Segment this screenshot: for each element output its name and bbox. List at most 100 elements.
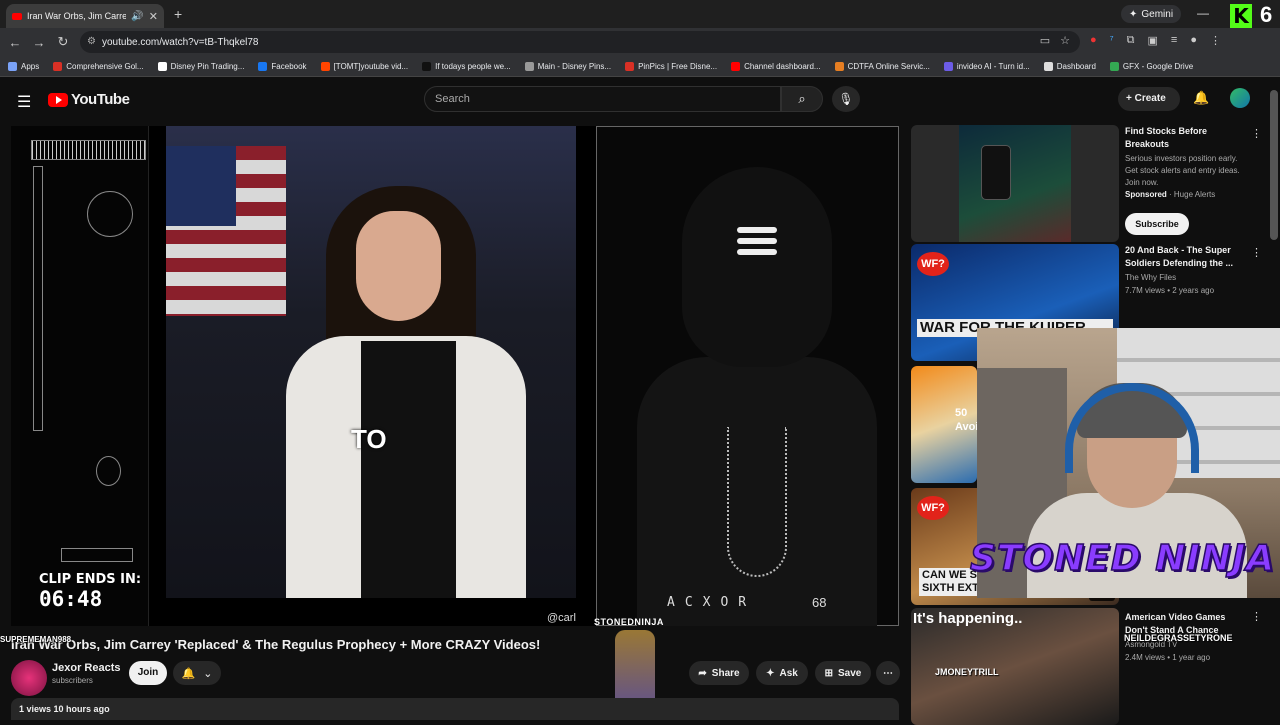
search-button[interactable]: ⌕ <box>781 86 823 112</box>
bookmark-item[interactable]: PinPics | Free Disne... <box>625 61 718 71</box>
channel-name[interactable]: Jexor Reacts <box>52 662 121 674</box>
mic-icon: 🎙 <box>838 92 854 106</box>
bookmark-favicon-icon <box>625 61 635 71</box>
thumb-text-4: It's happening.. <box>913 610 1023 627</box>
voice-search-button[interactable]: 🎙 <box>832 86 860 112</box>
extension-red-icon[interactable]: ● <box>1090 34 1097 47</box>
bookmark-star-icon[interactable]: ☆ <box>1060 34 1070 47</box>
bookmark-label: If todays people we... <box>435 61 511 71</box>
hud-panel: CLIP ENDS IN: 06:48 <box>11 126 149 626</box>
save-button[interactable]: ⊞ Save <box>815 661 871 685</box>
ad-thumbnail[interactable] <box>911 125 1119 242</box>
tab-strip: Iran War Orbs, Jim Carrey 'Replaced' & T… <box>0 0 1280 28</box>
extension-blue-icon[interactable]: ⁷ <box>1110 34 1114 47</box>
us-flag <box>166 146 286 316</box>
forward-icon[interactable]: → <box>27 35 51 50</box>
gemini-button[interactable]: ✦ Gemini <box>1121 5 1182 23</box>
masked-figure <box>682 167 832 367</box>
chrome-menu-icon[interactable]: ⋮ <box>1210 34 1221 47</box>
bookmark-label: GFX - Google Drive <box>1122 61 1194 71</box>
sidebar-ad[interactable]: Find Stocks Before Breakouts Serious inv… <box>911 125 1266 242</box>
new-tab-icon[interactable]: + <box>174 6 182 22</box>
site-info-icon[interactable]: ⚙ <box>87 36 96 47</box>
ad-title[interactable]: Find Stocks Before Breakouts <box>1125 125 1245 151</box>
bookmark-item[interactable]: Dashboard <box>1043 61 1096 71</box>
cam-name-2: NEILDEGRASSETYRONE <box>1124 633 1233 643</box>
bookmark-label: PinPics | Free Disne... <box>638 61 718 71</box>
bookmark-item[interactable]: GFX - Google Drive <box>1109 61 1194 71</box>
thumbnail-2[interactable]: 50 Avoi <box>911 366 977 483</box>
back-icon[interactable]: ← <box>3 35 27 50</box>
youtube-wordmark: YouTube <box>71 91 130 108</box>
rec-channel-1[interactable]: The Why Files <box>1125 272 1250 284</box>
share-button[interactable]: ➦ Share <box>689 661 749 685</box>
video-player[interactable]: CLIP ENDS IN: 06:48 TO ACXOR 68 @carl <box>11 126 899 626</box>
user-avatar[interactable] <box>1230 88 1250 108</box>
bookmark-label: Disney Pin Trading... <box>170 61 245 71</box>
more-options-icon[interactable]: ⋮ <box>1251 127 1262 140</box>
youtube-logo[interactable]: YouTube <box>48 91 130 108</box>
youtube-header: ☰ YouTube Search ⌕ 🎙 + Create 🔔 <box>0 78 1270 122</box>
ask-button[interactable]: ✦ Ask <box>756 661 808 685</box>
bookmark-item[interactable]: Channel dashboard... <box>731 61 821 71</box>
bookmark-item[interactable]: If todays people we... <box>422 61 511 71</box>
bookmark-item[interactable]: [TOMT]youtube vid... <box>320 61 409 71</box>
clip-ends-label: CLIP ENDS IN: <box>39 572 142 587</box>
channel-avatar[interactable] <box>11 660 47 696</box>
bookmark-favicon-icon <box>731 61 741 71</box>
menu-icon[interactable]: ☰ <box>17 92 31 112</box>
join-button[interactable]: Join <box>129 661 167 685</box>
hud-faces <box>61 548 133 562</box>
bookmark-favicon-icon <box>1043 61 1053 71</box>
bookmark-item[interactable]: CDTFA Online Servic... <box>834 61 930 71</box>
gemini-label: Gemini <box>1141 8 1174 20</box>
browser-tab-active[interactable]: Iran War Orbs, Jim Carrey 'Replaced' & T… <box>6 4 164 28</box>
extensions-area: ● ⁷ ⧉ ▣ ≡ ● ⋮ <box>1090 34 1221 47</box>
hud-dial <box>87 191 133 237</box>
audio-playing-icon[interactable]: 🔊 <box>131 11 143 22</box>
profile-icon[interactable]: ● <box>1190 34 1197 47</box>
omnibox[interactable]: ⚙ youtube.com/watch?v=tB-Thqkel78 ▭ ☆ <box>80 31 1080 53</box>
video-watermark: @carl <box>547 612 576 624</box>
more-options-icon[interactable]: ⋮ <box>1251 610 1262 623</box>
create-label: Create <box>1134 93 1166 104</box>
view-count: 1 <box>19 704 25 714</box>
right-video-pane: ACXOR 68 <box>596 126 899 626</box>
rec-title-1[interactable]: 20 And Back - The Super Soldiers Defendi… <box>1125 244 1245 270</box>
left-video-pane <box>166 126 576 598</box>
bookmark-item[interactable]: invideo AI - Turn id... <box>943 61 1030 71</box>
screen-icon[interactable]: ▣ <box>1148 34 1158 47</box>
minimize-icon[interactable]: — <box>1197 6 1209 20</box>
notifications-bell-icon[interactable]: 🔔 <box>1193 90 1209 106</box>
advertiser-name: Huge Alerts <box>1173 190 1216 199</box>
gemini-icon: ✦ <box>1129 8 1138 20</box>
bookmark-item[interactable]: Main - Disney Pins... <box>524 61 611 71</box>
bookmark-item[interactable]: Facebook <box>258 61 307 71</box>
ad-subscribe-button[interactable]: Subscribe <box>1125 213 1189 235</box>
hud-skull-icon <box>96 456 121 486</box>
ask-label: Ask <box>779 667 798 679</box>
bookmark-item[interactable]: Comprehensive Gol... <box>53 61 144 71</box>
create-button[interactable]: + Create <box>1118 87 1180 111</box>
notification-settings-button[interactable]: 🔔 ⌄ <box>173 661 221 685</box>
page-scrollbar[interactable] <box>1270 90 1278 240</box>
reload-icon[interactable]: ↻ <box>51 34 75 50</box>
bookmark-item[interactable]: Disney Pin Trading... <box>157 61 245 71</box>
bookmark-favicon-icon <box>53 61 63 71</box>
close-tab-icon[interactable]: ✕ <box>149 10 158 23</box>
bookmark-apps[interactable]: Apps <box>8 61 39 71</box>
cast-icon[interactable]: ▭ <box>1040 34 1050 47</box>
bookmark-favicon-icon <box>157 61 167 71</box>
kick-count: 6 <box>1260 2 1273 27</box>
media-controls-icon[interactable]: ≡ <box>1171 34 1177 47</box>
youtube-play-icon <box>48 92 68 107</box>
search-input[interactable]: Search <box>424 86 781 112</box>
more-actions-button[interactable]: ⋯ <box>876 661 900 685</box>
bookmark-label: invideo AI - Turn id... <box>956 61 1030 71</box>
bookmark-favicon-icon <box>422 61 432 71</box>
bookmark-label: [TOMT]youtube vid... <box>333 61 409 71</box>
more-options-icon[interactable]: ⋮ <box>1251 246 1262 259</box>
description-box[interactable]: 1 views 10 hours ago <box>11 698 899 720</box>
extensions-puzzle-icon[interactable]: ⧉ <box>1127 34 1135 47</box>
kick-logo-icon: K <box>1230 4 1252 28</box>
